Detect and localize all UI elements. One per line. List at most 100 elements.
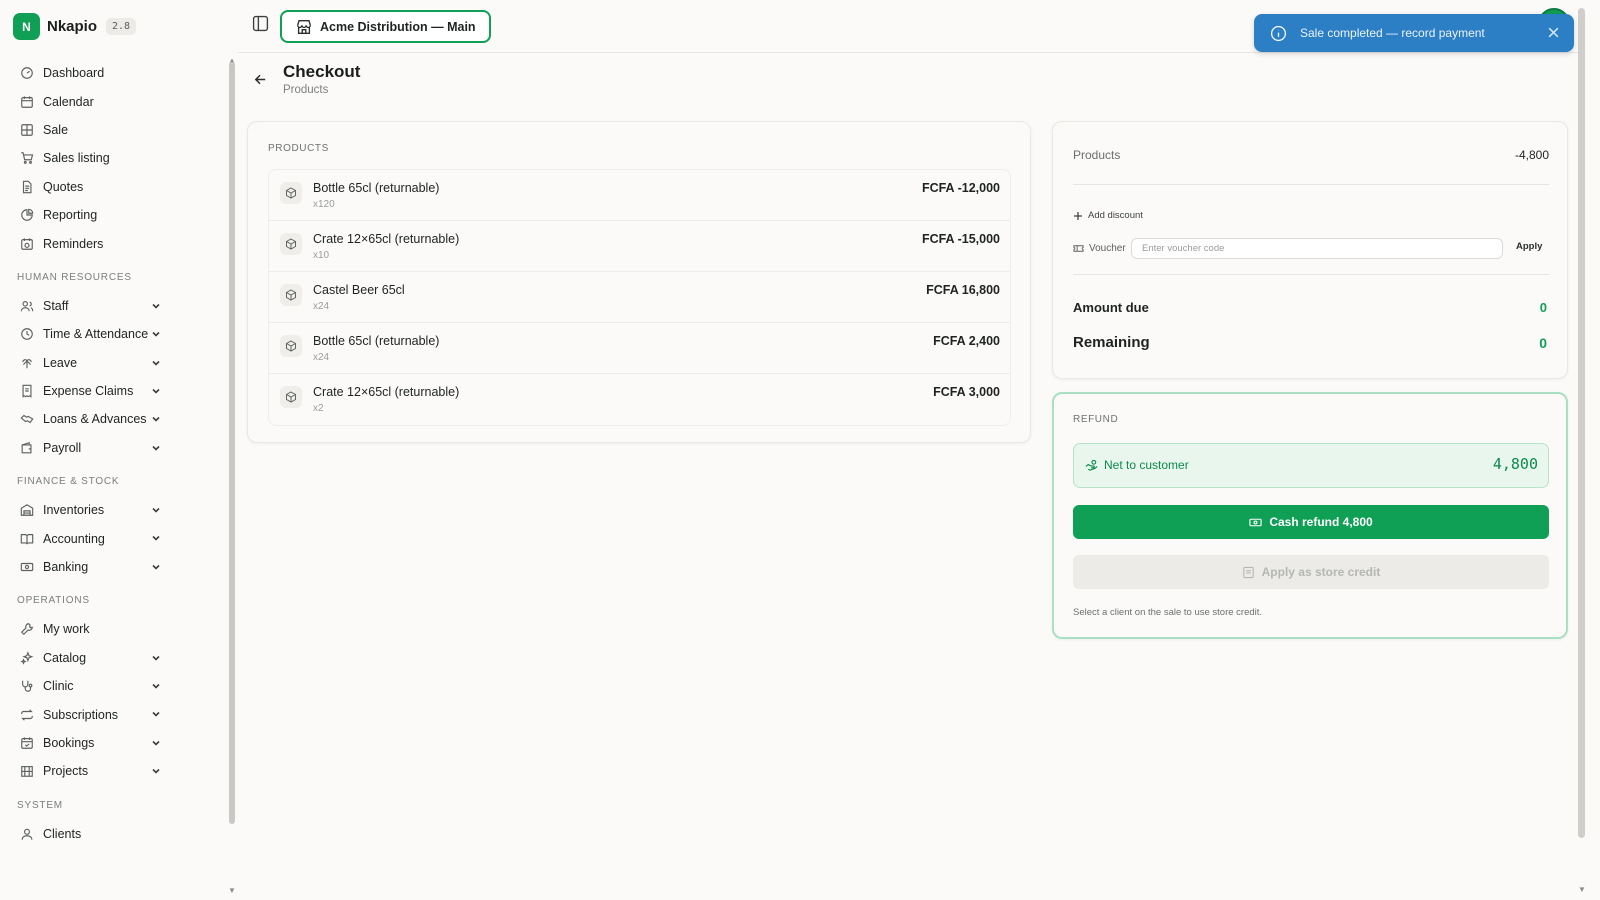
product-name: Bottle 65cl (returnable) (313, 334, 440, 348)
palm-icon (20, 356, 34, 370)
sidebar-item-banking[interactable]: Banking (0, 553, 222, 581)
store-credit-label: Apply as store credit (1261, 565, 1381, 579)
app-logo: N (13, 13, 40, 40)
amount-due-label: Amount due (1073, 300, 1149, 315)
product-name: Crate 12×65cl (returnable) (313, 232, 460, 246)
product-amount: FCFA -15,000 (921, 232, 1000, 246)
products-total-value: -4,800 (1514, 148, 1549, 162)
sidebar-item-label: Payroll (43, 440, 82, 455)
chevron-down-icon (152, 332, 160, 337)
toast-notification: Sale completed — record payment (1254, 14, 1574, 52)
sidebar-item-reminders[interactable]: Reminders (0, 229, 222, 257)
summary-card: Products -4,800 Add discount Voucher App… (1052, 121, 1568, 379)
chevron-down-icon (152, 769, 160, 774)
sidebar-item-projects[interactable]: Projects (0, 757, 222, 785)
sidebar-item-my-work[interactable]: My work (0, 615, 222, 643)
sidebar-item-label: Reminders (43, 236, 104, 251)
sidebar-scroll-down-arrow[interactable]: ▼ (228, 886, 236, 895)
sidebar-item-label: Dashboard (43, 66, 105, 81)
list-item[interactable]: Bottle 65cl (returnable) x24 FCFA 2,400 (269, 323, 1010, 374)
sidebar-item-label: Clinic (43, 679, 74, 694)
close-icon[interactable] (1547, 26, 1560, 39)
info-icon (1270, 25, 1287, 41)
package-icon (280, 335, 302, 357)
sidebar-item-payroll[interactable]: Payroll (0, 434, 222, 462)
chevron-down-icon (152, 683, 160, 689)
product-name: Castel Beer 65cl (313, 283, 405, 297)
apply-store-credit-button[interactable]: Apply as store credit (1073, 555, 1549, 589)
main-scroll-down-arrow[interactable]: ▼ (1578, 885, 1586, 894)
cash-refund-button[interactable]: Cash refund 4,800 (1073, 505, 1549, 539)
list-item[interactable]: Crate 12×65cl (returnable) x2 FCFA 3,000 (269, 374, 1010, 425)
sidebar-item-inventories[interactable]: Inventories (0, 496, 222, 524)
list-item[interactable]: Castel Beer 65cl x24 FCFA 16,800 (269, 272, 1010, 323)
stethoscope-icon (20, 679, 34, 693)
sidebar-item-label: Subscriptions (43, 707, 119, 722)
grid-icon (20, 123, 34, 137)
back-arrow-icon[interactable] (253, 72, 268, 87)
sidebar-item-label: Bookings (43, 736, 95, 750)
products-total-label: Products (1073, 148, 1121, 162)
sidebar-item-catalog[interactable]: Catalog (0, 644, 222, 672)
app-name: Nkapio (47, 18, 98, 35)
sidebar-item-subscriptions[interactable]: Subscriptions (0, 700, 222, 728)
products-card: PRODUCTS Bottle 65cl (returnable) x120 F… (247, 121, 1031, 443)
sidebar-item-dashboard[interactable]: Dashboard (0, 59, 222, 87)
sidebar-item-accounting[interactable]: Accounting (0, 524, 222, 552)
clock-icon (20, 327, 34, 341)
sidebar-item-label: Leave (43, 355, 78, 370)
section-heading-hr: HUMAN RESOURCES (17, 271, 132, 283)
sidebar-toggle-icon[interactable] (252, 15, 269, 32)
sidebar-scrollbar[interactable] (229, 62, 235, 824)
sidebar-item-label: Time & Attendance (43, 327, 149, 342)
sidebar-item-sales-listing[interactable]: Sales listing (0, 144, 222, 172)
main-scrollbar[interactable] (1578, 8, 1585, 838)
sidebar-item-clients[interactable]: Clients (0, 820, 222, 848)
brand[interactable]: N Nkapio 2.8 (13, 13, 137, 40)
section-heading-system: SYSTEM (17, 799, 63, 811)
branch-selector-button[interactable]: Acme Distribution — Main (280, 10, 491, 43)
sidebar-item-clinic[interactable]: Clinic (0, 672, 222, 700)
alarm-calendar-icon (20, 237, 34, 251)
sidebar-item-calendar[interactable]: Calendar (0, 87, 222, 115)
sparkle-icon (20, 650, 34, 665)
package-icon (280, 233, 302, 255)
store-icon (297, 19, 311, 34)
add-discount-button[interactable]: Add discount (1073, 210, 1143, 221)
package-icon (280, 284, 302, 306)
sidebar-item-staff[interactable]: Staff (0, 292, 222, 320)
product-quantity: x2 (313, 403, 324, 414)
handshake-icon (20, 412, 34, 426)
wallet-icon (20, 441, 34, 455)
voucher-code-input[interactable] (1131, 238, 1503, 259)
sidebar-item-expense-claims[interactable]: Expense Claims (0, 377, 222, 405)
cart-icon (20, 151, 34, 165)
banknote-icon (20, 560, 34, 574)
sidebar-item-reporting[interactable]: Reporting (0, 201, 222, 229)
sidebar-item-label: Inventories (43, 503, 105, 518)
package-icon (280, 386, 302, 408)
sidebar-item-loans-advances[interactable]: Loans & Advances (0, 405, 222, 433)
voucher-label: Voucher (1073, 243, 1126, 254)
net-to-customer-value: 4,800 (1492, 455, 1538, 473)
sidebar-item-bookings[interactable]: Bookings (0, 729, 222, 757)
sidebar-item-leave[interactable]: Leave (0, 349, 222, 377)
apply-voucher-button[interactable]: Apply (1516, 241, 1542, 252)
repeat-icon (20, 708, 34, 722)
credit-card-icon (1242, 566, 1254, 578)
store-credit-hint: Select a client on the sale to use store… (1073, 607, 1263, 618)
sidebar: N Nkapio 2.8 Dashboard Calendar Sale Sal… (0, 0, 222, 900)
product-name: Bottle 65cl (returnable) (313, 181, 440, 195)
product-amount: FCFA 3,000 (933, 385, 1000, 399)
list-item[interactable]: Bottle 65cl (returnable) x120 FCFA -12,0… (269, 170, 1010, 221)
cash-refund-label: Cash refund 4,800 (1269, 515, 1373, 529)
dashboard-icon (20, 66, 34, 80)
banknote-icon (1249, 518, 1262, 526)
sidebar-item-sale[interactable]: Sale (0, 116, 222, 144)
sidebar-item-quotes[interactable]: Quotes (0, 173, 222, 201)
sidebar-item-time-attendance[interactable]: Time & Attendance (0, 320, 222, 348)
product-amount: FCFA 2,400 (933, 334, 1000, 348)
list-item[interactable]: Crate 12×65cl (returnable) x10 FCFA -15,… (269, 221, 1010, 272)
users-icon (20, 299, 34, 313)
product-name: Crate 12×65cl (returnable) (313, 385, 460, 399)
